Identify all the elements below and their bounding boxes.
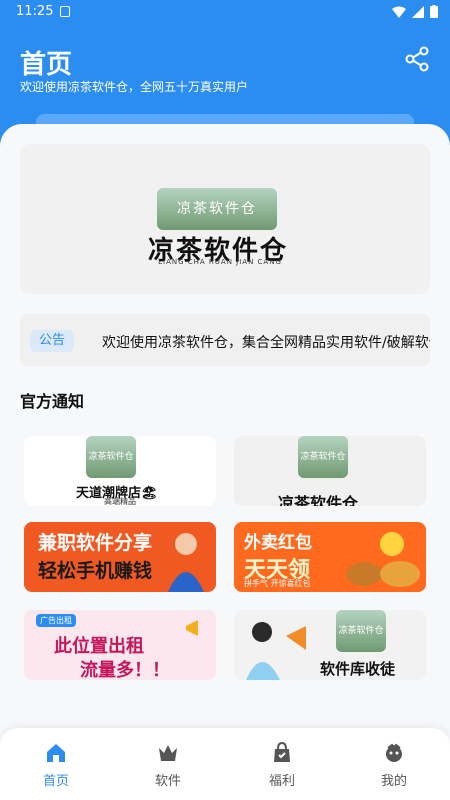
ad-card-4[interactable]: 外卖红包 天天领 拼手气 开惊喜红包	[234, 522, 426, 592]
tab-label: 软件	[154, 774, 181, 789]
ad-line1: 兼职软件分享	[38, 532, 153, 554]
ad-card-5[interactable]: 广告出租 此位置出租 流量多！！	[24, 610, 216, 680]
food-illustration	[346, 532, 420, 587]
banner-pinyin: LIANG CHA RUAN JIAN CANG	[158, 258, 282, 266]
status-icons	[392, 5, 438, 18]
banner-logo: 凉茶软件仓	[157, 188, 277, 230]
notice-text: 欢迎使用凉茶软件仓，集合全网精品实用软件/破解软件	[102, 335, 430, 351]
status-bar: 11:25	[0, 0, 450, 24]
ad-card-3[interactable]: 兼职软件分享 轻松手机赚钱	[24, 522, 216, 592]
ad-logo: 凉茶软件仓	[336, 610, 386, 652]
megaphone-icon	[186, 620, 198, 636]
tab-mine[interactable]: 我的	[364, 742, 424, 789]
profile-icon	[386, 743, 402, 762]
ad-text: 凉茶软件仓	[278, 494, 359, 506]
section-title: 官方通知	[20, 392, 85, 411]
ad-line1: 此位置出租	[54, 636, 144, 657]
ad-line2: 流量多！！	[80, 660, 170, 680]
share-icon[interactable]	[404, 46, 430, 72]
tab-label: 我的	[380, 774, 407, 789]
bag-icon	[274, 742, 290, 762]
ad-logo: 凉茶软件仓	[86, 436, 136, 478]
person-illustration	[168, 533, 204, 592]
ad-sub: 高端精品	[104, 497, 136, 506]
signal-icon	[412, 5, 424, 18]
status-time: 11:25	[16, 4, 54, 19]
bottom-tab-bar: 首页 软件 福利 我的	[0, 728, 450, 800]
person-illustration	[246, 622, 306, 680]
ad-logo: 凉茶软件仓	[298, 436, 348, 478]
wifi-icon	[392, 6, 406, 18]
page-title: 首页	[20, 50, 73, 80]
tab-label: 首页	[42, 774, 69, 789]
page-subtitle: 欢迎使用凉茶软件仓，全网五十万真实用户	[20, 80, 249, 94]
tab-label: 福利	[268, 774, 295, 789]
battery-icon	[430, 5, 438, 18]
notice-bar[interactable]: 公告 欢迎使用凉茶软件仓，集合全网精品实用软件/破解软件	[20, 314, 430, 366]
ad-line2: 轻松手机赚钱	[38, 560, 153, 582]
notification-icon	[60, 6, 70, 17]
tab-software[interactable]: 软件	[138, 742, 198, 789]
ad-tag: 广告出租	[36, 614, 76, 627]
ad-sub: 拼手气 开惊喜红包	[244, 579, 311, 588]
ad-card-6[interactable]: 凉茶软件仓 软件库收徒	[234, 610, 426, 680]
crown-icon	[159, 745, 177, 761]
home-icon	[47, 744, 65, 762]
tab-home[interactable]: 首页	[26, 742, 86, 789]
ad-text: 软件库收徒	[320, 660, 396, 678]
ad-line1: 外卖红包	[244, 533, 312, 553]
ad-card-2[interactable]: 凉茶软件仓 凉茶软件仓	[234, 436, 426, 506]
notice-tag: 公告	[30, 330, 74, 352]
tab-welfare[interactable]: 福利	[252, 742, 312, 789]
ad-card-1[interactable]: 凉茶软件仓 天道潮牌店🏖 高端精品	[24, 436, 216, 506]
